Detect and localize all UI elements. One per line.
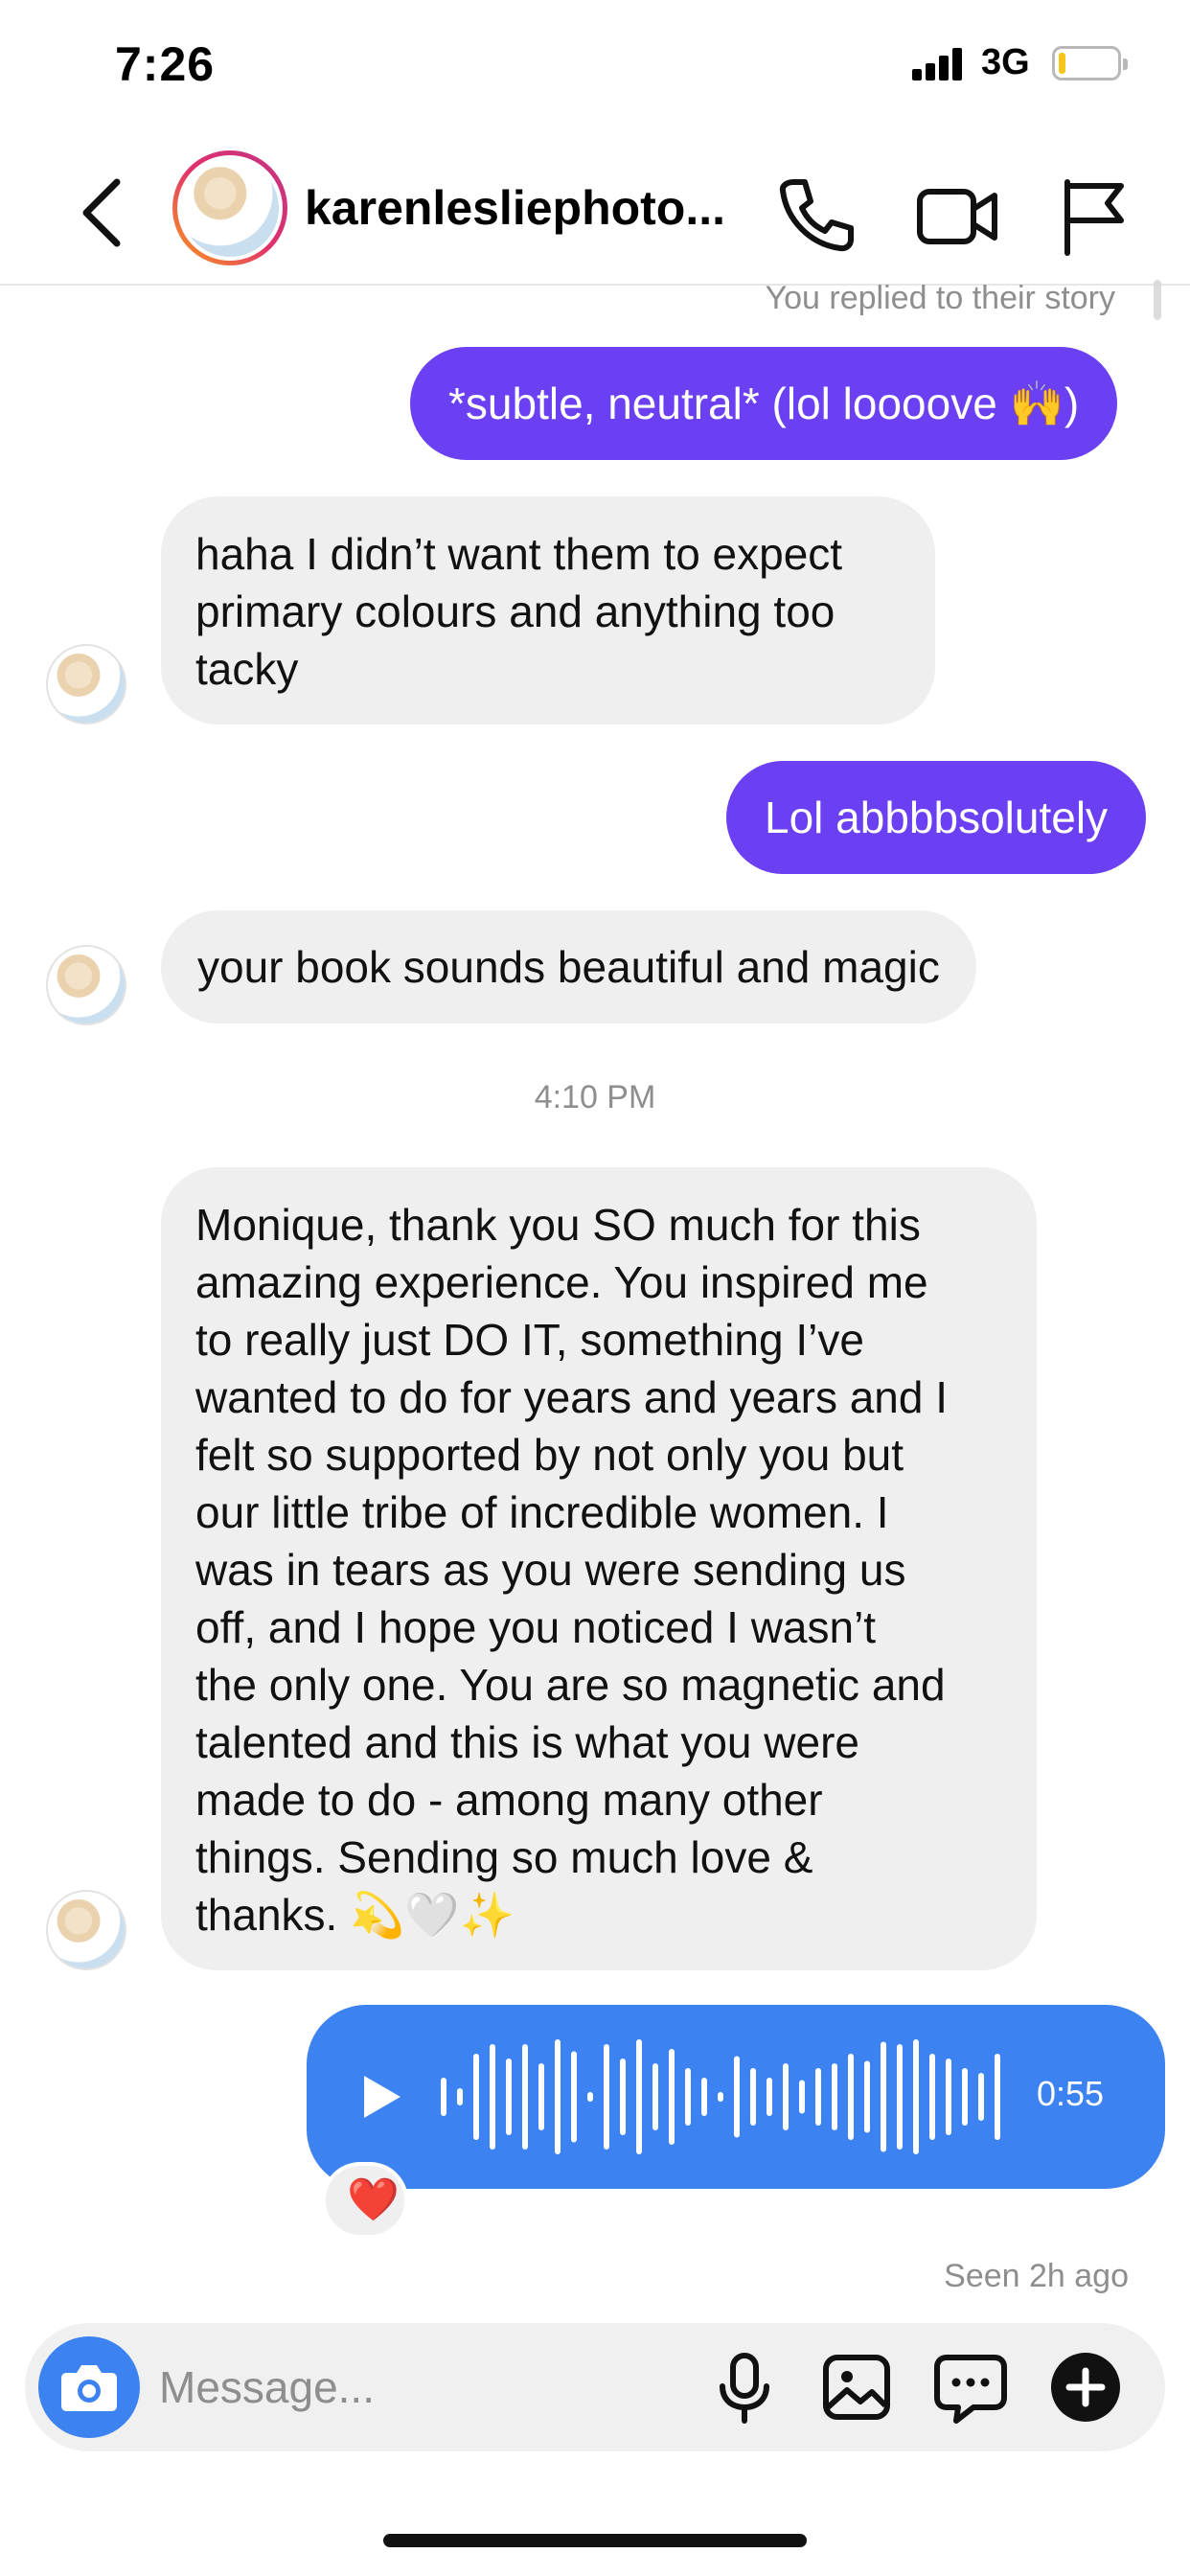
- scroll-indicator[interactable]: [1154, 280, 1161, 320]
- contact-username[interactable]: karenlesliephoto...: [305, 180, 725, 236]
- waveform-bar: [848, 2054, 854, 2140]
- sticker-chat-icon[interactable]: [929, 2346, 1012, 2428]
- incoming-message[interactable]: your book sounds beautiful and magic: [161, 910, 976, 1024]
- message-input[interactable]: [159, 2356, 696, 2419]
- message-line: wanted to do for years and years and I: [195, 1372, 949, 1422]
- camera-icon: [61, 2365, 117, 2411]
- waveform-bar: [832, 2063, 837, 2130]
- voice-duration: 0:55: [1037, 2074, 1105, 2113]
- message-line: amazing experience. You inspired me: [195, 1257, 928, 1307]
- waveform-bar: [815, 2068, 821, 2126]
- status-bar: 7:26 3G: [0, 0, 1190, 134]
- phone-icon[interactable]: [772, 172, 858, 259]
- waveform-bar: [473, 2054, 479, 2140]
- waveform-bar: [506, 2058, 512, 2135]
- waveform-bar: [962, 2068, 968, 2126]
- chat-header: karenlesliephoto...: [0, 134, 1190, 286]
- waveform-bar: [522, 2044, 528, 2150]
- camera-button[interactable]: [38, 2336, 140, 2438]
- message-line: Monique, thank you SO much for this: [195, 1200, 921, 1250]
- incoming-message[interactable]: haha I didn’t want them to expect primar…: [161, 496, 935, 724]
- story-reply-note: You replied to their story: [765, 280, 1115, 316]
- flag-icon[interactable]: [1050, 172, 1136, 259]
- waveform-bar: [767, 2078, 772, 2116]
- message-line: felt so supported by not only you but: [195, 1430, 904, 1480]
- battery-level: [1059, 53, 1065, 74]
- waveform-bar: [685, 2068, 691, 2126]
- message-line: talented and this is what you were: [195, 1717, 859, 1767]
- waveform-bar: [995, 2054, 1000, 2140]
- waveform-bar: [718, 2092, 723, 2102]
- waveform-bar: [799, 2080, 805, 2114]
- sender-avatar[interactable]: [46, 1890, 126, 1970]
- message-text: your book sounds beautiful and magic: [197, 942, 940, 992]
- waveform-bar: [538, 2063, 544, 2130]
- message-line: the only one. You are so magnetic and: [195, 1660, 946, 1710]
- message-line: tacky: [195, 644, 299, 694]
- message-line: off, and I hope you noticed I wasn’t: [195, 1602, 877, 1652]
- waveform-bar: [620, 2058, 626, 2135]
- seen-status: Seen 2h ago: [944, 2258, 1129, 2294]
- waveform-bar: [913, 2039, 919, 2154]
- back-chevron-icon[interactable]: [75, 174, 132, 251]
- contact-avatar[interactable]: [172, 150, 287, 265]
- sender-avatar[interactable]: [46, 945, 126, 1025]
- waveform-bar: [669, 2049, 675, 2145]
- message-timestamp: 4:10 PM: [534, 1079, 656, 1116]
- cellular-signal-icon: [912, 48, 966, 80]
- outgoing-message[interactable]: *subtle, neutral* (lol loooove 🙌): [410, 347, 1118, 460]
- network-type: 3G: [981, 42, 1030, 82]
- incoming-message-long[interactable]: Monique, thank you SO much for this amaz…: [161, 1167, 1037, 1970]
- status-time: 7:26: [115, 37, 216, 91]
- waveform-bar: [457, 2088, 463, 2105]
- message-composer: [25, 2323, 1165, 2451]
- waveform-bar: [441, 2078, 446, 2116]
- message-line: primary colours and anything too: [195, 586, 835, 636]
- waveform-bar: [652, 2063, 658, 2130]
- waveform-bar: [864, 2060, 870, 2133]
- play-icon[interactable]: [356, 2072, 406, 2122]
- video-camera-icon[interactable]: [914, 172, 1000, 259]
- microphone-icon[interactable]: [703, 2346, 786, 2428]
- waveform-bar: [555, 2039, 561, 2154]
- waveform-bar: [604, 2044, 609, 2150]
- battery-icon: [1052, 46, 1128, 80]
- gallery-icon[interactable]: [816, 2346, 899, 2428]
- waveform-bar: [701, 2078, 707, 2116]
- message-text: *subtle, neutral* (lol loooove 🙌): [448, 379, 1080, 428]
- waveform-bar: [929, 2054, 935, 2140]
- waveform-bar: [734, 2056, 740, 2138]
- waveform-bar: [636, 2039, 642, 2154]
- waveform-bar: [978, 2073, 984, 2121]
- waveform-bar: [783, 2063, 789, 2130]
- waveform-bar: [946, 2058, 951, 2135]
- message-line: things. Sending so much love &: [195, 1832, 813, 1882]
- waveform-bar: [490, 2044, 495, 2150]
- waveform-bar: [587, 2092, 593, 2102]
- message-line: our little tribe of incredible women. I: [195, 1487, 889, 1537]
- message-line: to really just DO IT, something I’ve: [195, 1315, 864, 1365]
- message-line: haha I didn’t want them to expect: [195, 529, 843, 579]
- message-line: was in tears as you were sending us: [195, 1545, 906, 1595]
- message-line: thanks. 💫🤍✨: [195, 1890, 515, 1940]
- waveform-bar: [881, 2041, 886, 2152]
- outgoing-message[interactable]: Lol abbbbsolutely: [726, 761, 1147, 874]
- heart-reaction-icon: ❤️: [347, 2176, 400, 2223]
- home-indicator[interactable]: [383, 2534, 807, 2547]
- voice-message[interactable]: 0:55: [307, 2005, 1165, 2189]
- add-plus-icon[interactable]: [1044, 2346, 1127, 2428]
- waveform-bar: [750, 2068, 756, 2126]
- message-reaction[interactable]: ❤️: [322, 2162, 408, 2239]
- sender-avatar[interactable]: [46, 644, 126, 724]
- waveform-bar: [571, 2051, 577, 2143]
- message-text: Lol abbbbsolutely: [765, 793, 1109, 842]
- message-line: made to do - among many other: [195, 1775, 823, 1825]
- waveform-bar: [897, 2044, 903, 2150]
